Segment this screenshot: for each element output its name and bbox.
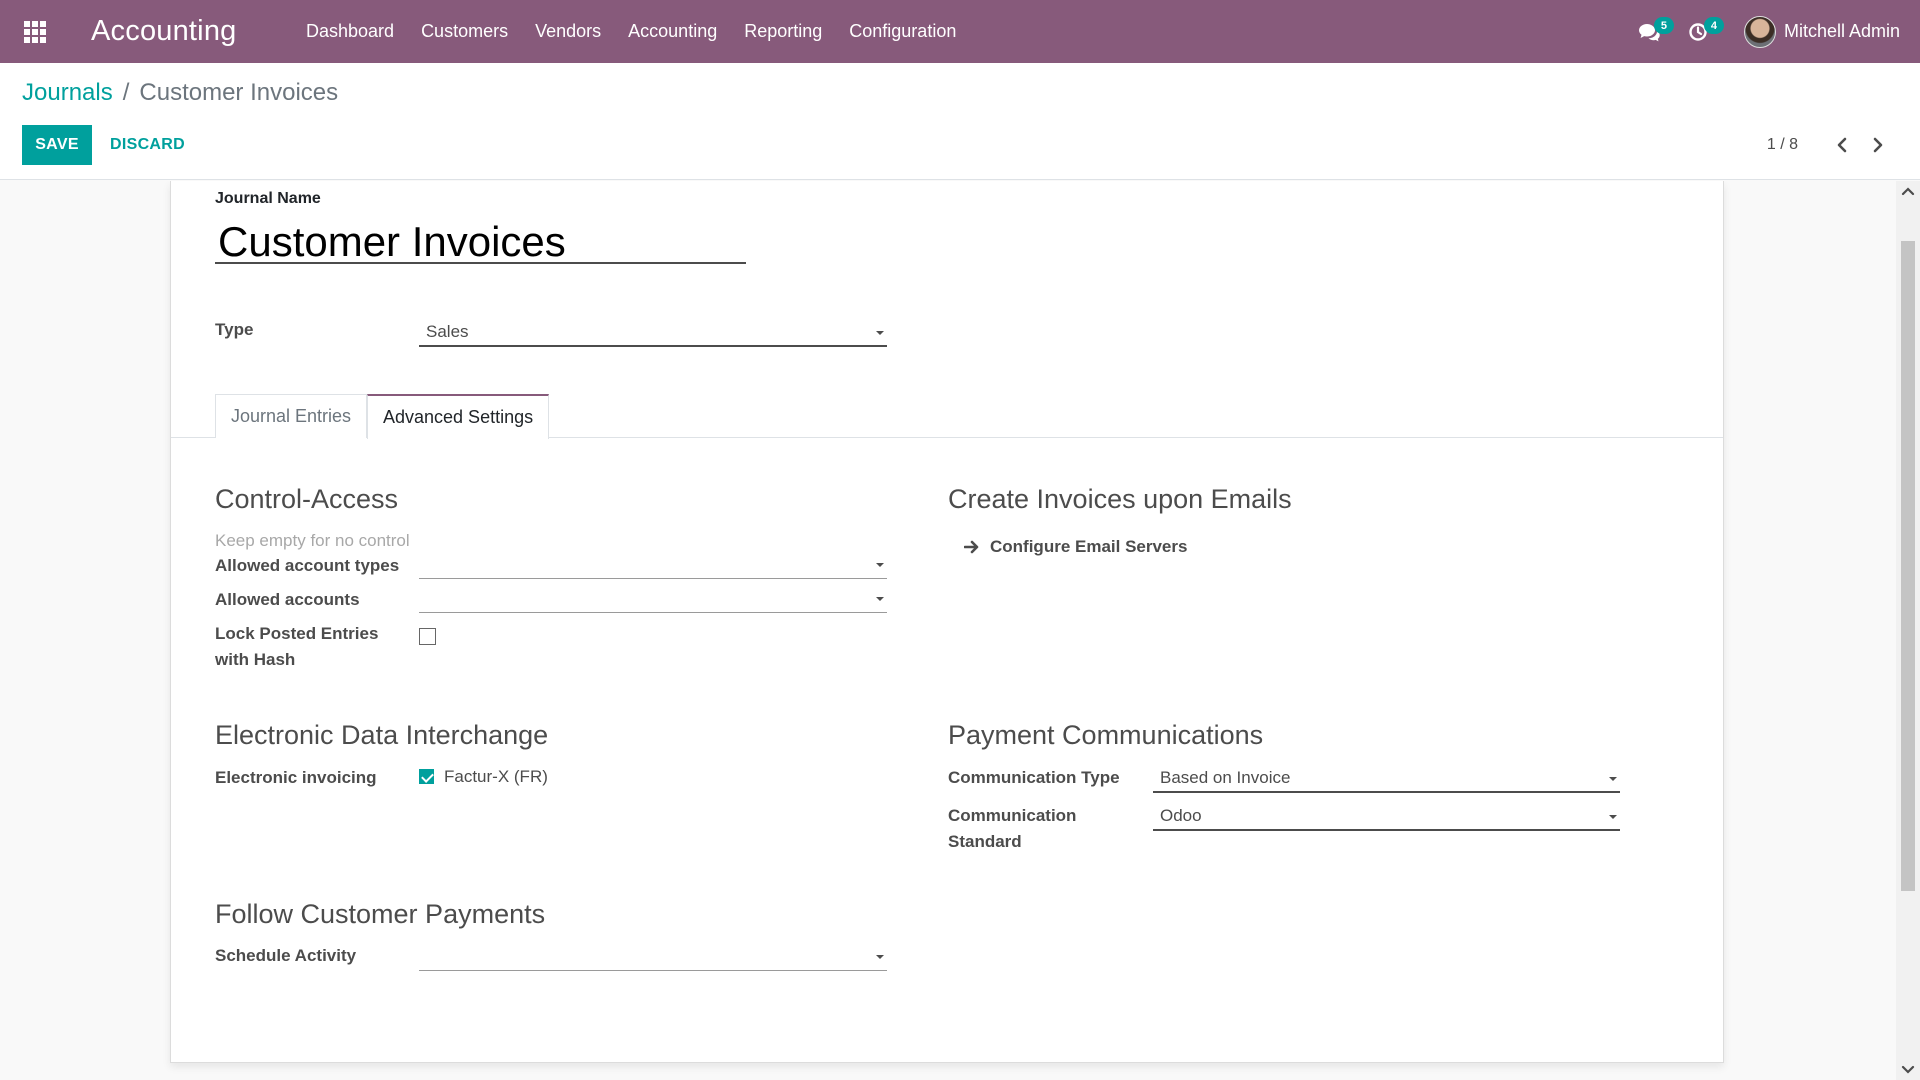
communication-standard-label-line1: Communication <box>948 806 1077 825</box>
type-value: Sales <box>426 322 469 341</box>
breadcrumb-journals-link[interactable]: Journals <box>22 79 113 107</box>
tab-journal-entries[interactable]: Journal Entries <box>215 394 368 438</box>
communication-type-value: Based on Invoice <box>1160 768 1291 787</box>
schedule-activity-label: Schedule Activity <box>215 946 357 965</box>
communication-type-select[interactable]: Based on Invoice <box>1153 763 1620 793</box>
create-invoices-title: Create Invoices upon Emails <box>948 484 1292 514</box>
breadcrumb-separator: / <box>122 79 130 106</box>
allowed-accounts-row: Allowed accounts <box>215 587 360 613</box>
menu-reporting[interactable]: Reporting <box>731 0 836 63</box>
caret-down-icon <box>1609 815 1617 819</box>
configure-email-servers-link[interactable]: Configure Email Servers <box>964 537 1187 557</box>
tab-advanced-settings[interactable]: Advanced Settings <box>367 394 550 439</box>
communication-type-row: Communication Type <box>948 765 1120 791</box>
control-panel: Journals / Customer Invoices SAVE DISCAR… <box>0 63 1920 180</box>
allowed-account-types-label: Allowed account types <box>215 556 400 575</box>
journal-name-label: Journal Name <box>215 190 321 207</box>
scroll-up-button[interactable] <box>1896 181 1920 201</box>
type-select[interactable]: Sales <box>419 317 887 347</box>
main-menu: Dashboard Customers Vendors Accounting R… <box>293 0 970 63</box>
control-access-title: Control-Access <box>215 484 399 514</box>
caret-down-icon <box>876 331 884 335</box>
lock-posted-label: Lock Posted Entries with Hash <box>215 621 405 673</box>
allowed-account-types-row: Allowed account types <box>215 553 399 579</box>
chevron-left-icon <box>1837 137 1847 153</box>
user-menu[interactable]: Mitchell Admin <box>1743 15 1900 48</box>
apps-grid-icon[interactable] <box>0 0 70 63</box>
systray: 5 4 Mitchell Admin <box>1624 0 1900 63</box>
follow-payments-title: Follow Customer Payments <box>215 899 546 929</box>
top-navbar: Accounting Dashboard Customers Vendors A… <box>0 0 1920 63</box>
content-scrollbar[interactable] <box>1896 181 1920 1080</box>
edi-title: Electronic Data Interchange <box>215 720 549 750</box>
communication-standard-select[interactable]: Odoo <box>1153 801 1620 831</box>
caret-down-icon <box>876 955 884 959</box>
pager-value[interactable]: 1 / 8 <box>1767 136 1798 154</box>
schedule-activity-select[interactable] <box>419 941 887 971</box>
arrow-right-icon <box>964 540 980 554</box>
communication-standard-label: Communication Standard <box>948 803 1138 855</box>
allowed-account-types-select[interactable] <box>419 549 887 579</box>
communication-standard-value: Odoo <box>1160 806 1202 825</box>
type-label: Type <box>215 320 254 339</box>
user-name: Mitchell Admin <box>1783 21 1900 41</box>
scroll-thumb[interactable] <box>1901 241 1915 891</box>
chevron-right-icon <box>1873 137 1883 153</box>
caret-down-icon <box>876 563 884 567</box>
lock-posted-label-line1: Lock Posted Entries <box>215 624 379 643</box>
pager-previous-button[interactable] <box>1824 125 1860 165</box>
activities-button[interactable]: 4 <box>1674 0 1724 63</box>
user-avatar <box>1743 15 1776 48</box>
discard-button[interactable]: DISCARD <box>98 125 197 165</box>
electronic-invoicing-label: Electronic invoicing <box>215 768 377 787</box>
configure-email-servers-label: Configure Email Servers <box>990 537 1188 556</box>
content-area: Journal Name Customer Invoices Type Sale… <box>0 181 1896 1080</box>
communication-type-label: Communication Type <box>948 768 1120 787</box>
breadcrumb-current: Customer Invoices <box>139 79 339 106</box>
chevron-up-icon <box>1901 187 1915 196</box>
allowed-accounts-select[interactable] <box>419 583 887 613</box>
communication-standard-label-line2: Standard <box>948 832 1022 851</box>
electronic-invoicing-row: Electronic invoicing <box>215 765 377 791</box>
app-brand[interactable]: Accounting <box>91 15 237 48</box>
control-access-hint: Keep empty for no control <box>215 531 410 550</box>
activities-count-badge: 4 <box>1703 17 1724 34</box>
pager-next-button[interactable] <box>1860 125 1896 165</box>
allowed-accounts-label: Allowed accounts <box>215 590 360 609</box>
menu-vendors[interactable]: Vendors <box>522 0 615 63</box>
messages-button[interactable]: 5 <box>1624 0 1674 63</box>
messages-count-badge: 5 <box>1653 17 1674 34</box>
breadcrumb: Journals / Customer Invoices <box>22 79 338 107</box>
caret-down-icon <box>1609 777 1617 781</box>
pager: 1 / 8 <box>1767 125 1896 165</box>
facturx-label[interactable]: Factur-X (FR) <box>444 767 548 787</box>
scroll-down-button[interactable] <box>1896 1060 1920 1080</box>
menu-dashboard[interactable]: Dashboard <box>293 0 408 63</box>
menu-customers[interactable]: Customers <box>408 0 522 63</box>
journal-name-input[interactable]: Customer Invoices <box>215 219 746 264</box>
menu-accounting[interactable]: Accounting <box>615 0 731 63</box>
caret-down-icon <box>876 597 884 601</box>
lock-posted-checkbox[interactable] <box>419 628 436 645</box>
chevron-down-icon <box>1901 1065 1915 1074</box>
form-sheet: Journal Name Customer Invoices Type Sale… <box>170 181 1724 1063</box>
facturx-checkbox[interactable] <box>419 769 434 784</box>
payment-communications-title: Payment Communications <box>948 720 1264 750</box>
lock-posted-label-line2: with Hash <box>215 650 296 669</box>
schedule-activity-row: Schedule Activity <box>215 943 356 969</box>
save-button[interactable]: SAVE <box>22 125 92 165</box>
type-row: Type <box>215 317 253 343</box>
menu-configuration[interactable]: Configuration <box>836 0 970 63</box>
